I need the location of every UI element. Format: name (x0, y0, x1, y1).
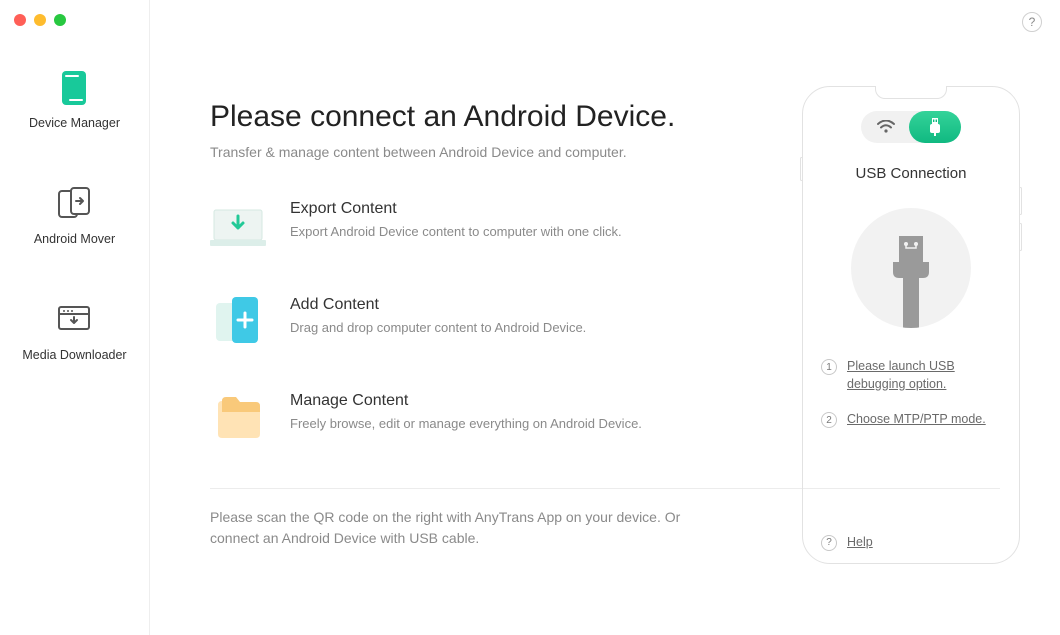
window-traffic-lights (14, 14, 66, 26)
feature-desc: Freely browse, edit or manage everything… (290, 416, 642, 431)
footer-note: Please scan the QR code on the right wit… (210, 507, 710, 549)
phone-side-button (1019, 187, 1022, 215)
toggle-active-pill (909, 111, 961, 143)
export-icon (210, 200, 266, 256)
wifi-icon (877, 120, 895, 134)
main-content: Please connect an Android Device. Transf… (150, 0, 1060, 635)
phone-side-button (800, 157, 803, 181)
sidebar-item-label: Device Manager (29, 116, 120, 130)
device-panel: USB Connection 1 Please launch USB debug… (802, 86, 1020, 564)
instruction-steps: 1 Please launch USB debugging option. 2 … (821, 358, 1001, 429)
phone-side-button (1019, 223, 1022, 251)
sidebar: Device Manager Android Mover (0, 0, 150, 635)
help-item: ? Help (821, 534, 1001, 552)
help-link[interactable]: Help (847, 534, 873, 552)
add-content-icon (210, 296, 266, 352)
step-item: 1 Please launch USB debugging option. (821, 358, 1001, 393)
sidebar-item-android-mover[interactable]: Android Mover (34, 186, 115, 246)
feature-title: Manage Content (290, 392, 642, 410)
feature-desc: Export Android Device content to compute… (290, 224, 622, 239)
close-dot[interactable] (14, 14, 26, 26)
step-usb-debugging-link[interactable]: Please launch USB debugging option. (847, 358, 1001, 393)
manage-content-icon (210, 392, 266, 448)
zoom-dot[interactable] (54, 14, 66, 26)
toggle-wifi[interactable] (861, 111, 911, 143)
connection-title: USB Connection (856, 165, 967, 182)
step-mtp-ptp-link[interactable]: Choose MTP/PTP mode. (847, 411, 986, 429)
step-number: 2 (821, 412, 837, 428)
sidebar-item-label: Android Mover (34, 232, 115, 246)
minimize-dot[interactable] (34, 14, 46, 26)
feature-title: Add Content (290, 296, 586, 314)
usb-connector-icon (881, 228, 941, 328)
usb-plug-icon (928, 118, 942, 136)
media-downloader-icon (56, 302, 92, 338)
sidebar-item-media-downloader[interactable]: Media Downloader (22, 302, 126, 362)
feature-title: Export Content (290, 200, 622, 218)
help-marker: ? (821, 535, 837, 551)
step-item: 2 Choose MTP/PTP mode. (821, 411, 1001, 429)
device-manager-icon (56, 70, 92, 106)
sidebar-item-device-manager[interactable]: Device Manager (29, 70, 120, 130)
android-mover-icon (56, 186, 92, 222)
sidebar-item-label: Media Downloader (22, 348, 126, 362)
step-number: 1 (821, 359, 837, 375)
usb-graphic (851, 208, 971, 328)
feature-desc: Drag and drop computer content to Androi… (290, 320, 586, 335)
connection-toggle[interactable] (861, 111, 961, 143)
